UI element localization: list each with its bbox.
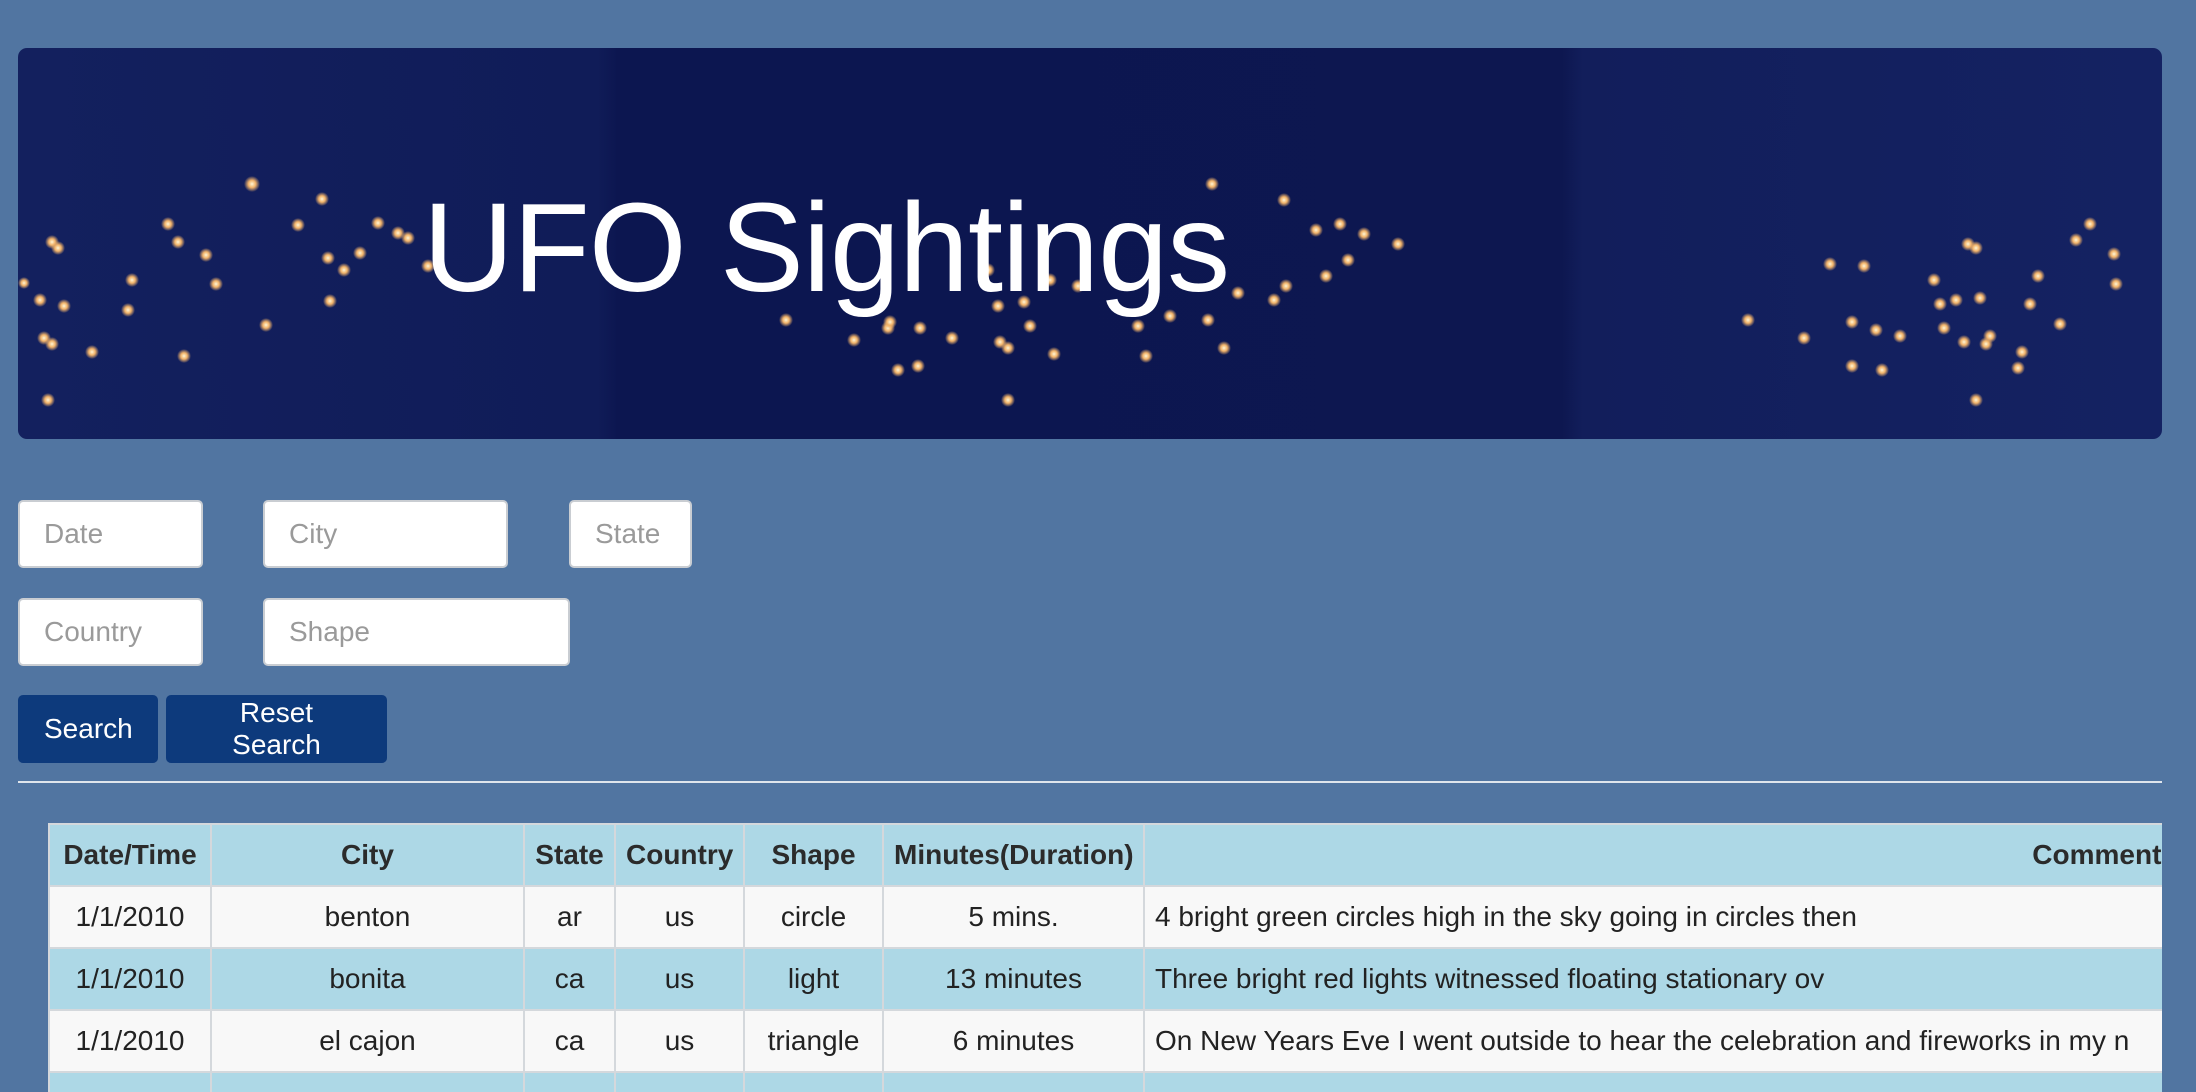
table-header-row: Date/Time City State Country Shape Minut…	[48, 823, 2162, 887]
column-header-datetime[interactable]: Date/Time	[48, 823, 212, 887]
cell-datetime: 1/1/2010	[48, 1009, 212, 1073]
column-header-country[interactable]: Country	[614, 823, 745, 887]
cell-shape: circle	[743, 885, 884, 949]
shape-filter-input[interactable]	[263, 598, 570, 666]
date-filter-input[interactable]	[18, 500, 203, 568]
state-filter-input[interactable]	[569, 500, 692, 568]
cell-comments: 4 bright green circles high in the sky g…	[1143, 885, 2162, 949]
table-row	[48, 1071, 2162, 1092]
cell-duration	[882, 1071, 1145, 1092]
cell-duration: 6 minutes	[882, 1009, 1145, 1073]
table-row: 1/1/2010 el cajon ca us triangle 6 minut…	[48, 1009, 2162, 1073]
cell-state: ar	[523, 885, 616, 949]
reset-search-button[interactable]: Reset Search	[166, 695, 387, 763]
column-header-city[interactable]: City	[210, 823, 525, 887]
column-header-duration[interactable]: Minutes(Duration)	[882, 823, 1145, 887]
country-filter-input[interactable]	[18, 598, 203, 666]
column-header-state[interactable]: State	[523, 823, 616, 887]
cell-country: us	[614, 885, 745, 949]
table-row: 1/1/2010 benton ar us circle 5 mins. 4 b…	[48, 885, 2162, 949]
cell-shape: triangle	[743, 1009, 884, 1073]
cell-city: benton	[210, 885, 525, 949]
cell-shape: light	[743, 947, 884, 1011]
column-header-shape[interactable]: Shape	[743, 823, 884, 887]
header-banner: UFO Sightings	[18, 48, 2162, 439]
cell-comments	[1143, 1071, 2162, 1092]
search-button[interactable]: Search	[18, 695, 158, 763]
cell-state	[523, 1071, 616, 1092]
cell-country	[614, 1071, 745, 1092]
cell-datetime: 1/1/2010	[48, 885, 212, 949]
cell-city: el cajon	[210, 1009, 525, 1073]
city-filter-input[interactable]	[263, 500, 508, 568]
page-title: UFO Sightings	[422, 177, 1230, 318]
cell-country: us	[614, 947, 745, 1011]
cell-city: bonita	[210, 947, 525, 1011]
cell-state: ca	[523, 1009, 616, 1073]
table-row: 1/1/2010 bonita ca us light 13 minutes T…	[48, 947, 2162, 1011]
cell-comments: Three bright red lights witnessed floati…	[1143, 947, 2162, 1011]
cell-duration: 5 mins.	[882, 885, 1145, 949]
divider	[18, 781, 2162, 783]
cell-datetime: 1/1/2010	[48, 947, 212, 1011]
sightings-table: Date/Time City State Country Shape Minut…	[48, 823, 2162, 1092]
cell-duration: 13 minutes	[882, 947, 1145, 1011]
column-header-comments[interactable]: Comments	[1143, 823, 2162, 887]
cell-shape	[743, 1071, 884, 1092]
page: UFO Sightings Search Reset Search Date/T…	[0, 0, 2196, 1092]
cell-city	[210, 1071, 525, 1092]
cell-country: us	[614, 1009, 745, 1073]
cell-state: ca	[523, 947, 616, 1011]
sightings-table-container: Date/Time City State Country Shape Minut…	[48, 823, 2162, 1092]
cell-datetime	[48, 1071, 212, 1092]
cell-comments: On New Years Eve I went outside to hear …	[1143, 1009, 2162, 1073]
